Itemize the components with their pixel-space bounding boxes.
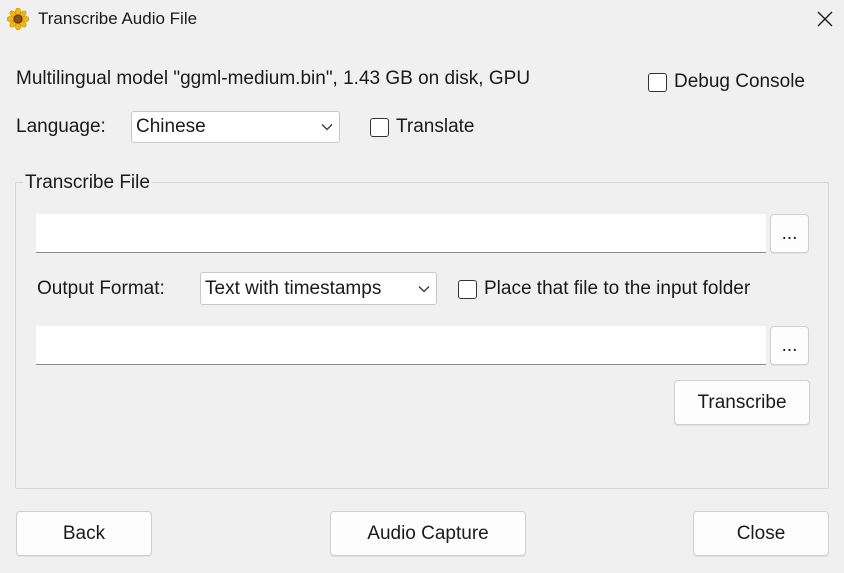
browse-input-label: ... [781, 222, 798, 244]
output-format-value: Text with timestamps [205, 277, 382, 299]
sunflower-icon [6, 7, 30, 31]
title-bar: Transcribe Audio File [0, 0, 844, 38]
browse-input-button[interactable]: ... [770, 214, 809, 253]
checkbox-box[interactable] [458, 279, 477, 299]
place-in-input-folder-checkbox[interactable]: Place that file to the input folder [458, 277, 750, 301]
window-title: Transcribe Audio File [38, 9, 198, 28]
translate-label: Translate [396, 116, 475, 137]
close-button-label: Close [736, 522, 786, 544]
chevron-down-icon [321, 124, 333, 131]
debug-console-checkbox[interactable]: Debug Console [648, 70, 805, 94]
language-value: Chinese [136, 116, 206, 137]
output-format-label: Output Format: [37, 278, 165, 299]
audio-capture-button-label: Audio Capture [367, 522, 489, 544]
close-icon[interactable] [810, 4, 840, 34]
transcribe-button-label: Transcribe [697, 391, 787, 413]
language-label: Language: [16, 116, 106, 137]
back-button[interactable]: Back [16, 511, 152, 556]
place-in-input-folder-label: Place that file to the input folder [484, 278, 751, 299]
debug-console-label: Debug Console [674, 71, 805, 92]
translate-checkbox[interactable]: Translate [370, 115, 475, 139]
browse-output-label: ... [781, 334, 798, 356]
browse-output-button[interactable]: ... [770, 326, 809, 365]
output-file-path-field[interactable] [36, 326, 766, 365]
model-info-label: Multilingual model "ggml-medium.bin", 1.… [16, 68, 531, 89]
back-button-label: Back [62, 522, 106, 544]
audio-capture-button[interactable]: Audio Capture [330, 511, 526, 556]
transcribe-button[interactable]: Transcribe [674, 380, 810, 425]
output-format-select[interactable]: Text with timestamps [200, 272, 437, 305]
chevron-down-icon [418, 285, 430, 292]
input-file-path-field[interactable] [36, 214, 766, 253]
close-button[interactable]: Close [693, 511, 829, 556]
checkbox-box[interactable] [370, 117, 389, 137]
language-select[interactable]: Chinese [131, 111, 340, 143]
checkbox-box[interactable] [648, 72, 667, 92]
transcribe-file-group-title: Transcribe File [23, 171, 152, 195]
